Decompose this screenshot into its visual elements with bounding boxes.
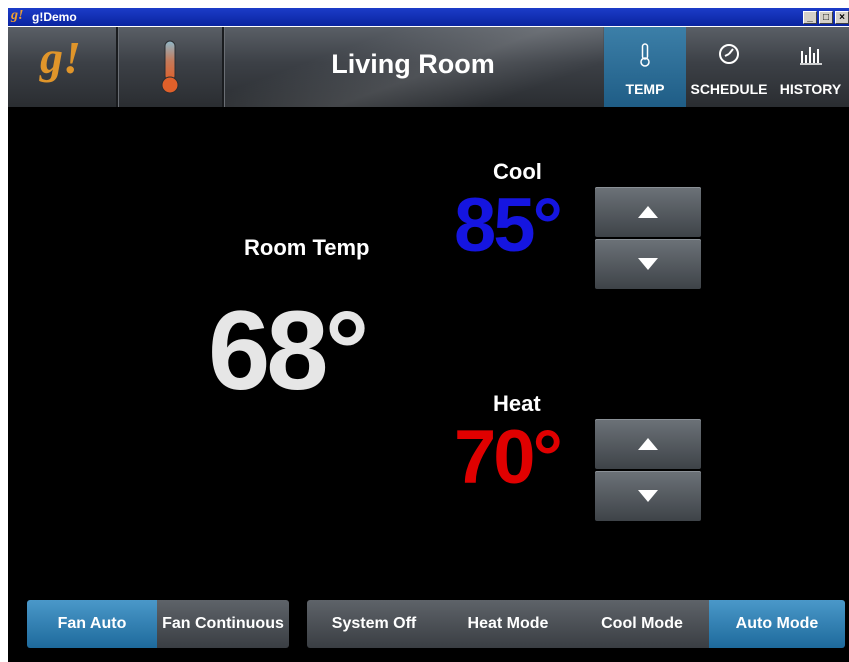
arrow-down-icon — [638, 490, 658, 502]
tab-temp[interactable]: TEMP — [604, 27, 686, 107]
cool-setpoint-value: 85° — [454, 183, 563, 268]
cool-mode-button[interactable]: Cool Mode — [575, 600, 709, 648]
tab-history[interactable]: HISTORY — [772, 27, 849, 107]
room-temp-value: 68° — [208, 288, 369, 413]
fan-mode-selector: Fan Auto Fan Continuous — [27, 600, 289, 648]
heat-mode-button[interactable]: Heat Mode — [441, 600, 575, 648]
header-bar: g! Living Room TEMP SCHEDULE HISTORY — [8, 27, 849, 107]
bar-chart-icon — [800, 47, 822, 65]
arrow-down-icon — [638, 258, 658, 270]
room-header: Living Room — [223, 27, 603, 107]
system-mode-selector: System Off Heat Mode Cool Mode Auto Mode — [307, 600, 845, 648]
thermostat-button[interactable] — [118, 27, 224, 107]
fan-auto-button[interactable]: Fan Auto — [27, 600, 157, 648]
window-controls: _ □ × — [801, 9, 849, 24]
auto-mode-button[interactable]: Auto Mode — [709, 600, 845, 648]
tab-temp-label: TEMP — [625, 81, 665, 97]
room-temp-label: Room Temp — [244, 235, 370, 260]
cool-label: Cool — [493, 159, 542, 184]
window-titlebar[interactable]: g! g!Demo _ □ × — [8, 8, 849, 26]
window-title: g!Demo — [32, 10, 77, 24]
heat-up-button[interactable] — [595, 419, 701, 469]
heat-label: Heat — [493, 391, 541, 416]
thermometer-icon — [161, 40, 179, 94]
clock-icon — [719, 44, 739, 64]
system-off-button[interactable]: System Off — [307, 600, 441, 648]
app-window: g! g!Demo _ □ × g! Living Room TEMP SCHE… — [0, 0, 849, 662]
window-logo-icon: g! — [11, 8, 24, 23]
cool-down-button[interactable] — [595, 239, 701, 289]
brand-logo-text: g! — [40, 32, 81, 83]
arrow-up-icon — [638, 438, 658, 450]
thermometer-icon — [640, 43, 650, 67]
tab-schedule-label: SCHEDULE — [690, 81, 768, 97]
tab-history-label: HISTORY — [779, 81, 842, 97]
maximize-button[interactable]: □ — [819, 11, 833, 24]
room-title: Living Room — [331, 49, 495, 79]
close-button[interactable]: × — [835, 11, 849, 24]
tab-schedule[interactable]: SCHEDULE — [688, 27, 770, 107]
heat-down-button[interactable] — [595, 471, 701, 521]
arrow-up-icon — [638, 206, 658, 218]
minimize-button[interactable]: _ — [803, 11, 817, 24]
thermostat-app: g! Living Room TEMP SCHEDULE HISTORY Roo… — [8, 27, 849, 662]
fan-continuous-button[interactable]: Fan Continuous — [157, 600, 289, 648]
heat-setpoint-value: 70° — [454, 415, 563, 500]
cool-up-button[interactable] — [595, 187, 701, 237]
brand-logo[interactable]: g! — [8, 27, 118, 107]
